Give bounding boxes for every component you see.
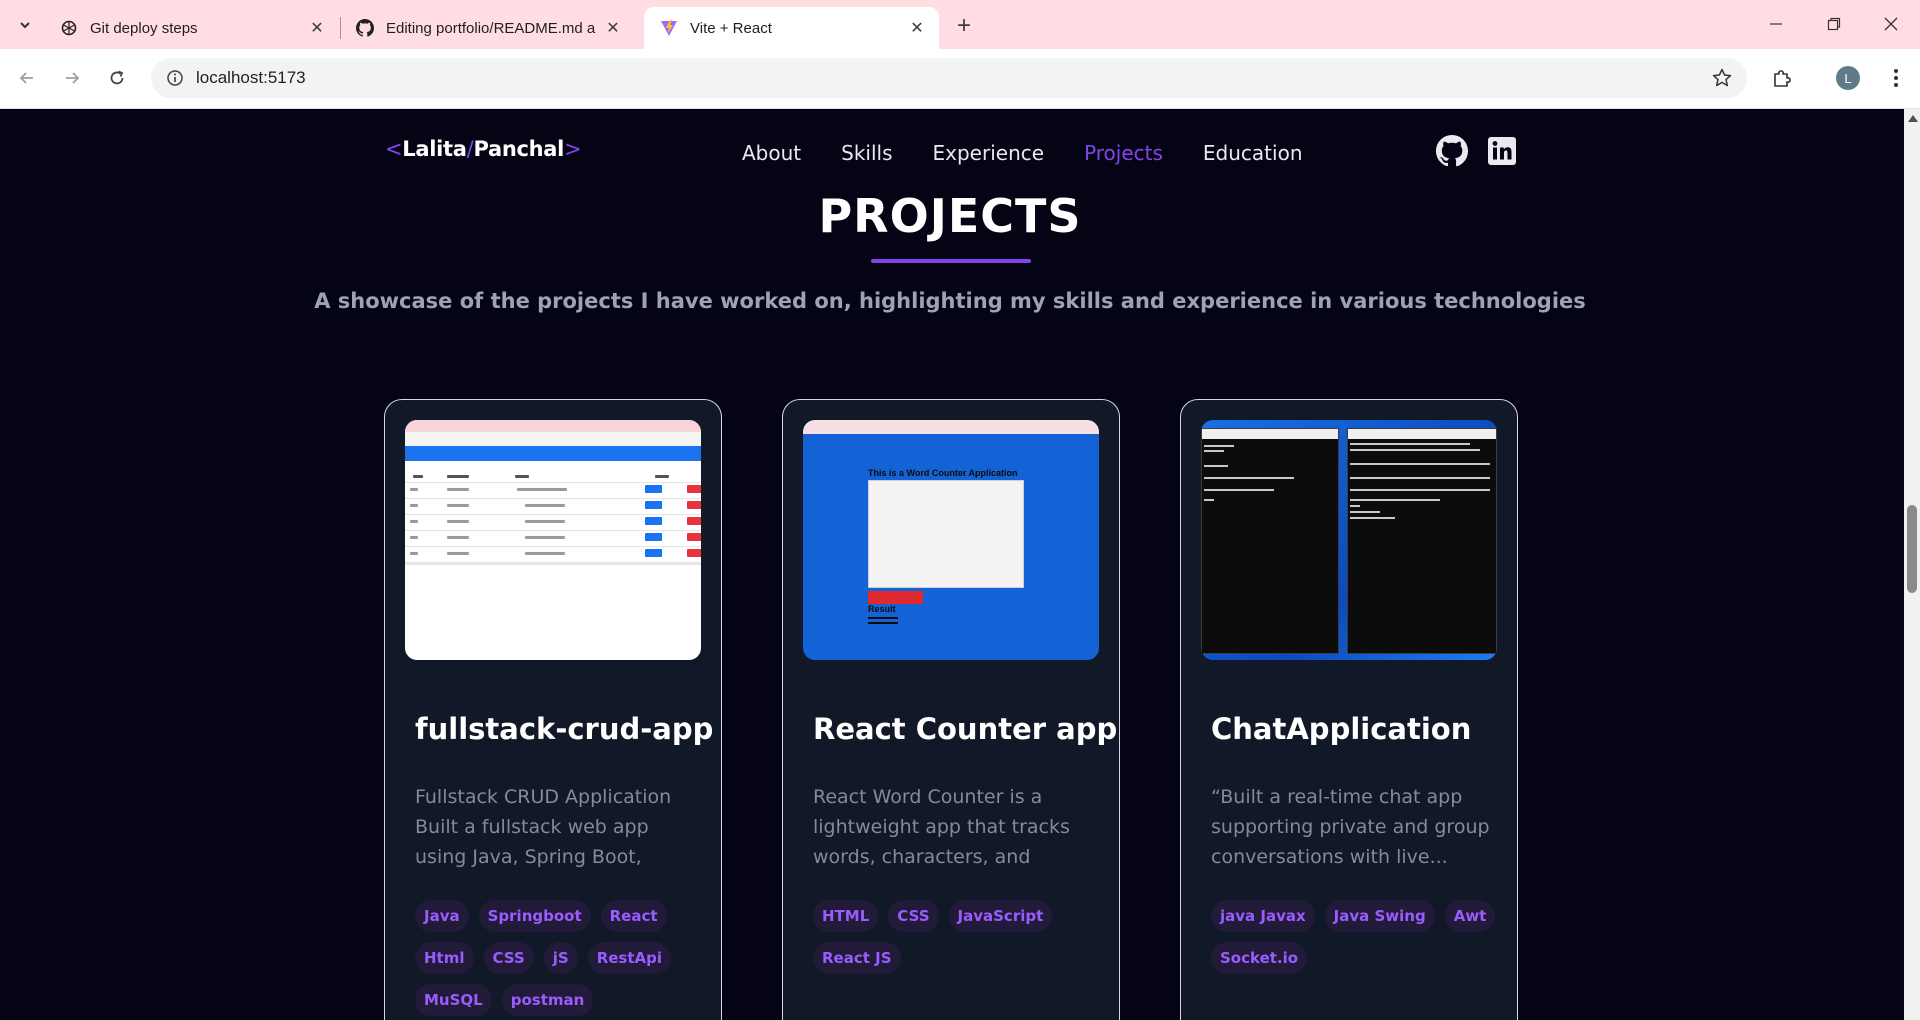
nav-projects[interactable]: Projects (1084, 141, 1163, 165)
more-vert-icon (1894, 69, 1898, 87)
close-tab-icon[interactable]: ✕ (307, 18, 327, 38)
tag: Java Swing (1324, 900, 1435, 932)
tag: Awt (1444, 900, 1496, 932)
project-title: fullstack-crud-app (415, 712, 714, 746)
tag: CSS (888, 900, 939, 932)
tag: java Javax (1211, 900, 1315, 932)
nav-experience[interactable]: Experience (933, 141, 1045, 165)
section-subtitle: A showcase of the projects I have worked… (314, 289, 1586, 313)
scrollbar-thumb[interactable] (1907, 505, 1917, 593)
tag: Java (415, 900, 469, 932)
tag: Springboot (478, 900, 591, 932)
nav-skills[interactable]: Skills (841, 141, 892, 165)
restore-button[interactable] (1805, 0, 1863, 48)
nav-education[interactable]: Education (1203, 141, 1303, 165)
new-tab-button[interactable]: + (950, 12, 978, 40)
site-logo[interactable]: <Lalita/Panchal> (385, 137, 582, 161)
browser-menu-button[interactable] (1880, 62, 1912, 94)
bookmark-star-icon[interactable] (1711, 67, 1733, 89)
project-description: “Built a real-time chat app supporting p… (1211, 786, 1490, 868)
tag-list: Java Springboot React Html CSS jS RestAp… (415, 900, 705, 1016)
restore-icon (1827, 17, 1841, 31)
tag-list: java Javax Java Swing Awt Socket.io (1211, 900, 1501, 974)
nav-about[interactable]: About (742, 141, 801, 165)
extensions-button[interactable] (1766, 62, 1798, 94)
tag: postman (501, 984, 594, 1016)
tab-git-deploy-steps[interactable]: Git deploy steps ✕ (44, 7, 339, 49)
page-scrollbar[interactable] (1904, 109, 1920, 1020)
tag: HTML (813, 900, 879, 932)
project-title: React Counter app (813, 712, 1118, 746)
tag: jS (543, 942, 578, 974)
page-content: <Lalita/Panchal> About Skills Experience… (0, 109, 1904, 1020)
project-description: Fullstack CRUD Application Built a fulls… (415, 786, 672, 868)
arrow-right-icon (66, 72, 80, 84)
site-info-icon[interactable] (164, 67, 186, 89)
linkedin-icon[interactable] (1486, 135, 1518, 167)
project-card[interactable]: This is a Word Counter Application Resul… (782, 399, 1120, 1020)
close-icon (1884, 17, 1898, 31)
minimize-icon (1770, 23, 1782, 25)
github-icon[interactable] (1436, 135, 1468, 167)
close-tab-icon[interactable]: ✕ (907, 18, 927, 38)
project-card[interactable]: fullstack-crud-app Fullstack CRUD Applic… (384, 399, 722, 1020)
reload-button[interactable] (100, 61, 134, 95)
close-window-button[interactable] (1862, 0, 1920, 48)
tab-vite-react[interactable]: Vite + React ✕ (644, 7, 939, 49)
project-screenshot (1201, 420, 1497, 660)
profile-avatar[interactable]: L (1836, 66, 1860, 90)
browser-toolbar: localhost:5173 L (0, 49, 1920, 109)
vite-icon (660, 19, 678, 37)
tag: React JS (813, 942, 901, 974)
scroll-up-arrow-icon[interactable] (1908, 115, 1918, 122)
section-title: PROJECTS (818, 189, 1082, 243)
minimize-button[interactable] (1747, 0, 1805, 48)
forward-button[interactable] (55, 61, 89, 95)
tag-list: HTML CSS JavaScript React JS (813, 900, 1103, 974)
tag: Socket.io (1211, 942, 1308, 974)
tab-search-button[interactable] (12, 12, 38, 38)
back-button[interactable] (10, 61, 44, 95)
url-text[interactable]: localhost:5173 (196, 68, 306, 88)
openai-icon (60, 19, 78, 37)
tag: CSS (483, 942, 534, 974)
main-nav: About Skills Experience Projects Educati… (742, 141, 1303, 165)
github-icon (356, 19, 374, 37)
logo-last-name: Panchal (473, 137, 565, 161)
project-title: ChatApplication (1211, 712, 1472, 746)
logo-bracket-open: < (385, 137, 403, 161)
project-description: React Word Counter is a lightweight app … (813, 786, 1070, 868)
tab-editing-readme[interactable]: Editing portfolio/README.md a ✕ (340, 7, 635, 49)
tag: MuSQL (415, 984, 492, 1016)
reload-icon (110, 70, 124, 85)
logo-first-name: Lalita (402, 137, 467, 161)
title-underline (871, 259, 1031, 263)
tag: Html (415, 942, 474, 974)
tag: JavaScript (948, 900, 1053, 932)
tab-title: Git deploy steps (90, 19, 198, 37)
puzzle-icon (1774, 70, 1791, 87)
address-bar[interactable]: localhost:5173 (151, 58, 1747, 98)
arrow-left-icon (19, 72, 33, 84)
chevron-down-icon (20, 22, 30, 29)
tab-title: Vite + React (690, 19, 772, 37)
tag: React (600, 900, 667, 932)
logo-bracket-close: > (564, 137, 582, 161)
tab-title: Editing portfolio/README.md a (386, 19, 596, 37)
project-screenshot (405, 420, 701, 660)
preview-heading: This is a Word Counter Application (868, 468, 1018, 478)
close-tab-icon[interactable]: ✕ (603, 18, 623, 38)
tag: RestApi (587, 942, 671, 974)
tab-strip: Git deploy steps ✕ Editing portfolio/REA… (0, 0, 1920, 49)
preview-result-label: Result (868, 604, 896, 614)
project-card[interactable]: ChatApplication “Built a real-time chat … (1180, 399, 1518, 1020)
project-screenshot: This is a Word Counter Application Resul… (803, 420, 1099, 660)
